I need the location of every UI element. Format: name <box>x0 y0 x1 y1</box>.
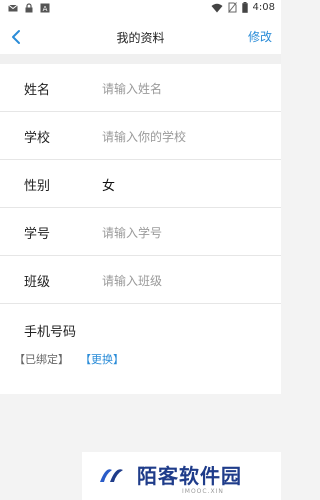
edit-button[interactable]: 修改 <box>248 28 272 45</box>
class-label: 班级 <box>24 275 51 290</box>
student-id-input[interactable]: 请输入学号 <box>102 224 162 241</box>
a-icon: A <box>40 3 50 13</box>
watermark-logo-icon <box>100 469 123 482</box>
phone-label: 手机号码 <box>24 325 77 340</box>
status-time: 4:08 <box>252 2 275 13</box>
section-divider <box>0 54 281 64</box>
page-title: 我的资料 <box>116 31 165 45</box>
nav-bar: 我的资料 修改 <box>0 20 281 54</box>
gender-label: 性别 <box>24 179 51 194</box>
name-field[interactable]: 姓名 请输入姓名 <box>0 64 281 112</box>
class-input[interactable]: 请输入班级 <box>102 272 162 289</box>
watermark: 陌客软件园 IMOOC.XIN <box>82 452 281 500</box>
mail-icon <box>8 4 18 12</box>
class-field[interactable]: 班级 请输入班级 <box>0 256 281 304</box>
school-input[interactable]: 请输入你的学校 <box>102 128 186 145</box>
name-label: 姓名 <box>24 83 51 98</box>
profile-form: 姓名 请输入姓名 学校 请输入你的学校 性别 女 学号 请输入学号 班级 请输入… <box>0 64 281 394</box>
status-bar: A 4:08 <box>0 0 281 20</box>
watermark-text: 陌客软件园 <box>137 464 242 488</box>
student-id-label: 学号 <box>24 227 51 242</box>
svg-text:A: A <box>43 5 48 13</box>
watermark-sub: IMOOC.XIN <box>182 488 224 495</box>
bind-status: 【已绑定】 <box>14 353 69 366</box>
change-phone-button[interactable]: 【更换】 <box>80 351 124 367</box>
student-id-field[interactable]: 学号 请输入学号 <box>0 208 281 256</box>
lock-icon <box>25 3 33 13</box>
no-sim-icon <box>227 2 237 13</box>
battery-icon <box>241 2 248 13</box>
name-input[interactable]: 请输入姓名 <box>102 80 162 97</box>
school-field[interactable]: 学校 请输入你的学校 <box>0 112 281 160</box>
status-left-icons: A <box>8 3 50 13</box>
status-right-icons: 4:08 <box>211 2 275 13</box>
gender-value[interactable]: 女 <box>102 175 115 194</box>
wifi-icon <box>211 3 223 12</box>
school-label: 学校 <box>24 131 51 146</box>
gender-field[interactable]: 性别 女 <box>0 160 281 208</box>
